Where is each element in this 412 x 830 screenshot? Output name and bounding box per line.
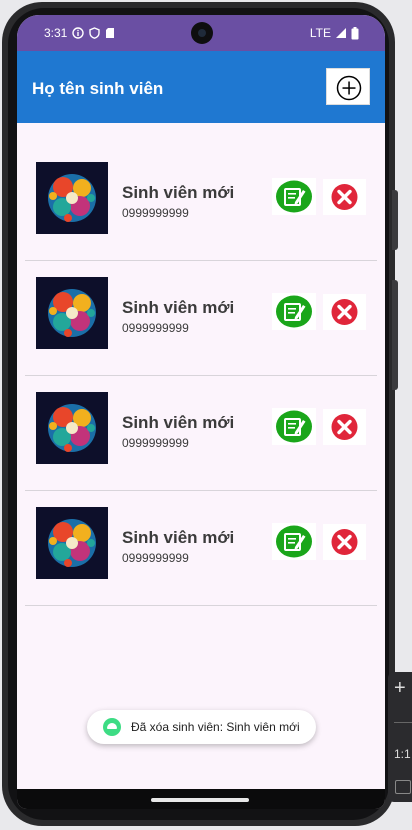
list-item[interactable]: Sinh viên mới 0999999999 <box>17 261 385 376</box>
page-title: Họ tên sinh viên <box>32 79 164 98</box>
android-icon <box>103 718 121 736</box>
fit-screen-icon[interactable] <box>395 780 411 794</box>
edit-button[interactable] <box>272 293 316 330</box>
student-list: Sinh viên mới 0999999999 Sinh viên mới 0… <box>17 146 385 606</box>
delete-button[interactable] <box>323 409 366 445</box>
status-bar: 3:31 LTE <box>17 15 385 51</box>
volume-button <box>392 280 398 390</box>
edit-button[interactable] <box>272 408 316 445</box>
emulator-side-panel: + 1:1 <box>388 672 412 802</box>
edit-icon <box>276 410 312 443</box>
edit-icon <box>276 295 312 328</box>
student-name: Sinh viên mới <box>122 183 235 202</box>
device-screen: 3:31 LTE Họ tên sinh viên Sinh viên mới … <box>17 15 385 809</box>
navigation-bar <box>17 789 385 809</box>
avatar <box>36 277 108 349</box>
add-student-button[interactable] <box>326 68 370 105</box>
toast-text: Đã xóa sinh viên: Sinh viên mới <box>131 720 300 734</box>
delete-button[interactable] <box>323 294 366 330</box>
toast-message: Đã xóa sinh viên: Sinh viên mới <box>87 710 316 744</box>
power-button <box>392 190 398 250</box>
list-item[interactable]: Sinh viên mới 0999999999 <box>17 146 385 261</box>
avatar <box>36 392 108 464</box>
delete-button[interactable] <box>323 179 366 215</box>
delete-icon <box>331 299 358 325</box>
edit-icon <box>276 180 312 213</box>
signal-icon <box>336 28 346 38</box>
list-item[interactable]: Sinh viên mới 0999999999 <box>17 491 385 606</box>
divider <box>25 605 377 606</box>
add-circle-icon <box>336 75 362 101</box>
abstract-art-image <box>36 507 108 579</box>
delete-button[interactable] <box>323 524 366 560</box>
edit-icon <box>276 525 312 558</box>
delete-icon <box>331 529 358 555</box>
battery-icon <box>351 26 359 39</box>
edit-button[interactable] <box>272 523 316 560</box>
student-name: Sinh viên mới <box>122 298 235 317</box>
avatar <box>36 507 108 579</box>
list-item[interactable]: Sinh viên mới 0999999999 <box>17 376 385 491</box>
zoom-in-icon[interactable]: + <box>394 678 406 698</box>
avatar <box>36 162 108 234</box>
student-phone: 0999999999 <box>122 551 189 565</box>
shield-icon <box>89 27 101 39</box>
student-name: Sinh viên mới <box>122 528 235 547</box>
front-camera <box>191 22 213 44</box>
zoom-ratio-button[interactable]: 1:1 <box>394 747 411 761</box>
student-phone: 0999999999 <box>122 206 189 220</box>
home-gesture-handle[interactable] <box>151 798 249 802</box>
delete-icon <box>331 414 358 440</box>
edit-button[interactable] <box>272 178 316 215</box>
status-time: 3:31 <box>44 26 68 40</box>
student-name: Sinh viên mới <box>122 413 235 432</box>
student-phone: 0999999999 <box>122 321 189 335</box>
abstract-art-image <box>36 277 108 349</box>
sd-card-icon <box>106 28 115 38</box>
abstract-art-image <box>36 392 108 464</box>
student-phone: 0999999999 <box>122 436 189 450</box>
app-bar: Họ tên sinh viên <box>17 51 385 123</box>
abstract-art-image <box>36 162 108 234</box>
delete-icon <box>331 184 358 210</box>
info-icon <box>72 27 85 39</box>
network-type: LTE <box>309 26 331 40</box>
divider <box>394 722 412 723</box>
